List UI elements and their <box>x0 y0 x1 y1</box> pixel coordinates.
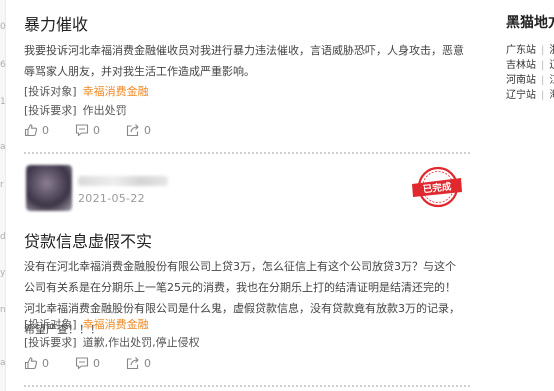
target-tag: [投诉对象] <box>24 318 77 331</box>
like-count: 0 <box>42 123 49 137</box>
post-date: 2021-05-22 <box>78 192 145 205</box>
comment-button[interactable]: 0 <box>75 123 100 137</box>
regional-sidebar: 黑猫地方 广东站|浙 吉林站|辽 河南站|江 辽宁站|海 <box>474 0 554 391</box>
thumb-up-icon <box>24 124 38 137</box>
target-tag: [投诉对象] <box>24 85 77 98</box>
comment-icon <box>75 357 89 370</box>
region-link[interactable]: 海 <box>549 90 554 101</box>
like-button[interactable]: 0 <box>24 356 49 370</box>
region-link[interactable]: 江 <box>549 75 554 86</box>
share-count: 0 <box>144 123 151 137</box>
completed-stamp-icon: 已完成 <box>412 166 462 208</box>
complaint-request-line: [投诉要求] 作出处罚 <box>24 104 127 118</box>
share-icon <box>126 357 139 370</box>
share-icon <box>126 124 139 137</box>
post-actions: 0 0 0 <box>24 123 177 137</box>
request-tag: [投诉要求] <box>24 336 77 349</box>
post-actions: 0 0 0 <box>24 356 177 370</box>
region-link[interactable]: 辽宁站 <box>506 90 536 101</box>
target-link[interactable]: 幸福消费金融 <box>83 85 149 98</box>
complaint-target-line: [投诉对象] 幸福消费金融 <box>24 85 149 99</box>
post-title[interactable]: 暴力催收 <box>24 11 88 35</box>
request-text: 作出处罚 <box>82 104 127 117</box>
sidebar-title: 黑猫地方 <box>506 15 554 31</box>
region-link[interactable]: 辽 <box>549 60 554 71</box>
region-link[interactable]: 河南站 <box>506 75 536 86</box>
region-link[interactable]: 吉林站 <box>506 60 536 71</box>
post-body: 我要投诉河北幸福消费金融催收员对我进行暴力违法催收，言语威胁恐吓，人身攻击，恶意… <box>24 44 464 78</box>
comment-count: 0 <box>93 123 100 137</box>
comment-button[interactable]: 0 <box>75 356 100 370</box>
sidebar-region-item: 辽宁站|海 <box>506 86 554 101</box>
like-count: 0 <box>42 356 49 370</box>
target-link[interactable]: 幸福消费金融 <box>83 318 149 331</box>
complaint-request-line: [投诉要求] 道歉,作出处罚,停止侵权 <box>24 336 200 350</box>
region-link[interactable]: 浙 <box>549 45 554 56</box>
avatar[interactable] <box>26 165 72 211</box>
request-tag: [投诉要求] <box>24 104 77 117</box>
request-text: 道歉,作出处罚,停止侵权 <box>82 336 200 349</box>
complaint-target-line: [投诉对象] 幸福消费金融 <box>24 318 149 332</box>
like-button[interactable]: 0 <box>24 123 49 137</box>
thumb-up-icon <box>24 357 38 370</box>
comment-icon <box>75 124 89 137</box>
sidebar-region-item: 广东站|浙 <box>506 41 554 56</box>
sidebar-region-item: 吉林站|辽 <box>506 56 554 71</box>
post-title[interactable]: 贷款信息虚假不实 <box>24 228 152 252</box>
username-blurred[interactable] <box>78 176 168 186</box>
share-button[interactable]: 0 <box>126 356 151 370</box>
region-link[interactable]: 广东站 <box>506 45 536 56</box>
share-button[interactable]: 0 <box>126 123 151 137</box>
post-divider <box>24 385 470 387</box>
sidebar-region-item: 河南站|江 <box>506 71 554 86</box>
share-count: 0 <box>144 356 151 370</box>
post-divider <box>24 152 470 154</box>
complaint-feed: 暴力催收 我要投诉河北幸福消费金融催收员对我进行暴力违法催收，言语威胁恐吓，人身… <box>6 0 474 391</box>
comment-count: 0 <box>93 356 100 370</box>
